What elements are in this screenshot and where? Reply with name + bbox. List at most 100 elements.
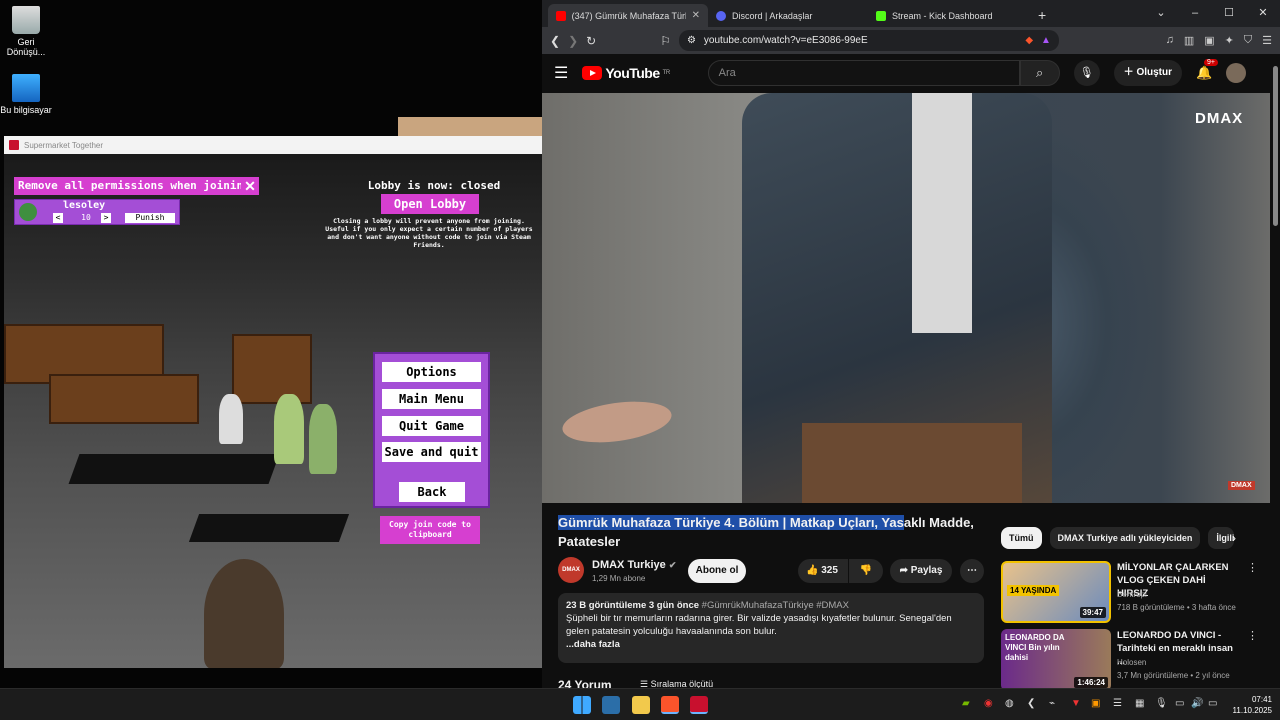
like-count: 325 xyxy=(821,565,838,576)
steam-icon[interactable]: ◍ xyxy=(1005,698,1014,709)
site-info-icon[interactable]: ⚙ xyxy=(687,35,696,46)
description-box[interactable]: 23 B görüntüleme 3 gün önce #GümrükMuhaf… xyxy=(558,593,984,663)
tab-label: (347) Gümrük Muhafaza Türk xyxy=(571,10,686,21)
tray-app-icon[interactable]: ◉ xyxy=(984,698,993,709)
menu-icon[interactable]: ☰ xyxy=(1262,34,1272,47)
vpn-icon[interactable]: ⛉ xyxy=(1244,34,1252,47)
chip-all[interactable]: Tümü xyxy=(1001,527,1042,549)
media-icon[interactable]: ♫ xyxy=(1166,34,1174,47)
new-tab-button[interactable]: + xyxy=(1028,7,1056,27)
close-icon[interactable]: ✕ xyxy=(1246,0,1280,27)
stepper-prev-button[interactable]: < xyxy=(53,213,63,223)
battery-icon[interactable]: ▭ xyxy=(1208,698,1217,709)
tray-app-icon[interactable]: ▣ xyxy=(1091,698,1100,709)
lobby-status: Lobby is now: closed xyxy=(367,179,501,192)
produce-shelf xyxy=(232,334,312,404)
chip-uploader[interactable]: DMAX Turkiye adlı yükleyiciden xyxy=(1049,527,1201,549)
sidebar-icon[interactable]: ▥ xyxy=(1184,34,1194,47)
youtube-logo[interactable]: YouTube TR xyxy=(582,65,670,81)
tab-kick[interactable]: Stream - Kick Dashboard xyxy=(868,4,1028,27)
file-explorer-icon[interactable] xyxy=(632,696,650,714)
share-button[interactable]: ➦ Paylaş xyxy=(890,559,952,583)
options-button[interactable]: Options xyxy=(382,362,481,382)
bookmark-icon[interactable]: ⚐ xyxy=(660,34,671,48)
more-vert-icon[interactable]: ⋮ xyxy=(1247,629,1258,642)
chip-related[interactable]: İlgili xyxy=(1208,527,1235,549)
brave-shield-icon[interactable]: ◆ xyxy=(1025,35,1033,46)
brave-browser-icon[interactable] xyxy=(661,696,679,714)
subscribe-button[interactable]: Abone ol xyxy=(688,559,746,583)
sort-button[interactable]: ☰ Sıralama ölçütü xyxy=(640,679,713,688)
volume-icon[interactable]: 🔊 xyxy=(1191,698,1203,709)
chevron-right-icon[interactable]: › xyxy=(1232,531,1236,545)
stepper-next-button[interactable]: > xyxy=(101,213,111,223)
leo-icon[interactable]: ✦ xyxy=(1225,34,1234,47)
recycle-bin-shortcut[interactable]: Geri Dönüşü... xyxy=(0,6,52,57)
game-viewport[interactable]: Remove all permissions when joining ✕ le… xyxy=(4,154,542,668)
brave-rewards-icon[interactable]: ▲ xyxy=(1041,35,1051,46)
tab-discord[interactable]: Discord | Arkadaşlar xyxy=(708,4,868,27)
video-title-selected: Gümrük Muhafaza Türkiye 4. Bölüm | Matka… xyxy=(558,515,904,530)
maximize-icon[interactable]: ☐ xyxy=(1212,0,1246,27)
wallet-icon[interactable]: ▣ xyxy=(1204,34,1214,47)
hamburger-icon[interactable]: ☰ xyxy=(554,63,568,83)
tray-app-icon[interactable]: ☰ xyxy=(1113,698,1122,709)
system-clock[interactable]: 07:41 11.10.2025 xyxy=(1228,694,1272,716)
thumbs-down-icon: 👎 xyxy=(859,565,873,576)
copy-join-code-button[interactable]: Copy join code to clipboard xyxy=(380,516,480,544)
microphone-icon[interactable]: 🎙 xyxy=(1073,60,1100,86)
supermarket-game-icon[interactable] xyxy=(690,696,708,714)
game-titlebar[interactable]: Supermarket Together xyxy=(4,136,542,154)
remove-permissions-toggle[interactable]: Remove all permissions when joining xyxy=(14,177,254,195)
open-lobby-button[interactable]: Open Lobby xyxy=(381,194,479,214)
video-player[interactable]: DMAX DMAX xyxy=(542,93,1270,503)
network-icon[interactable]: ▭ xyxy=(1175,698,1184,709)
page-scrollbar[interactable] xyxy=(1273,66,1278,226)
minimize-icon[interactable]: – xyxy=(1178,0,1212,27)
tray-app-icon[interactable]: ▼ xyxy=(1071,698,1081,709)
search-input[interactable]: Ara xyxy=(707,60,1020,86)
avatar[interactable] xyxy=(1226,63,1247,83)
back-button[interactable]: Back xyxy=(399,482,465,502)
microphone-icon[interactable]: 🎙 xyxy=(1155,698,1168,709)
punish-button[interactable]: Punish xyxy=(125,213,175,223)
widgets-icon[interactable] xyxy=(602,696,620,714)
tab-close-icon[interactable]: ✕ xyxy=(692,10,700,21)
main-menu-button[interactable]: Main Menu xyxy=(382,389,481,409)
forward-icon[interactable]: ❯ xyxy=(568,34,578,48)
more-actions-button[interactable]: ⋯ xyxy=(960,559,984,583)
search-icon[interactable]: ⌕ xyxy=(1019,60,1060,86)
create-button[interactable]: ＋ Oluştur xyxy=(1113,60,1182,86)
list-item[interactable]: 14 YAŞINDA 39:47 MİLYONLAR ÇALARKEN VLOG… xyxy=(1001,561,1261,623)
tray-app-icon[interactable]: ⌁ xyxy=(1049,698,1055,709)
dislike-button[interactable]: 👎 xyxy=(849,559,883,583)
address-bar[interactable]: ⚙ youtube.com/watch?v=eE3086-99eE ◆ ▲ xyxy=(678,30,1059,51)
windows-start-icon[interactable] xyxy=(573,696,591,714)
channel-name[interactable]: DMAX Turkiye ✔ xyxy=(592,559,676,571)
tray-app-icon[interactable]: ❮ xyxy=(1027,698,1035,709)
filter-chips: Tümü DMAX Turkiye adlı yükleyiciden İlgi… xyxy=(1001,527,1235,549)
list-item[interactable]: LEONARDO DA VINCI Bin yılın dahisi 1:46:… xyxy=(1001,629,1261,688)
extension-icons: ♫ ▥ ▣ ✦ ⛉ ☰ xyxy=(1166,34,1272,47)
show-more-link[interactable]: ...daha fazla xyxy=(566,638,976,651)
save-and-quit-button[interactable]: Save and quit xyxy=(382,442,481,462)
more-vert-icon[interactable]: ⋮ xyxy=(1247,561,1258,574)
close-icon[interactable]: ✕ xyxy=(241,177,259,195)
hashtags[interactable]: #GümrükMuhafazaTürkiye #DMAX xyxy=(702,600,849,611)
tray-app-icon[interactable]: ▦ xyxy=(1135,698,1144,709)
reload-icon[interactable]: ↻ xyxy=(586,34,596,48)
nvidia-icon[interactable]: ▰ xyxy=(962,698,970,709)
url-text: youtube.com/watch?v=eE3086-99eE xyxy=(703,35,868,46)
notifications-icon[interactable]: 🔔 9+ xyxy=(1196,59,1218,81)
tab-youtube[interactable]: (347) Gümrük Muhafaza Türk ✕ xyxy=(548,4,708,27)
game-window[interactable]: Supermarket Together Remove all permissi… xyxy=(4,136,542,668)
like-button[interactable]: 👍 325 xyxy=(798,559,848,583)
channel-avatar[interactable]: DMAX xyxy=(558,557,584,583)
chevron-down-icon[interactable]: ⌄ xyxy=(1144,0,1178,27)
this-pc-shortcut[interactable]: Bu bilgisayar xyxy=(0,74,52,115)
computer-icon xyxy=(12,74,40,102)
video-thumbnail[interactable]: LEONARDO DA VINCI Bin yılın dahisi 1:46:… xyxy=(1001,629,1111,688)
quit-game-button[interactable]: Quit Game xyxy=(382,416,481,436)
video-thumbnail[interactable]: 14 YAŞINDA 39:47 xyxy=(1001,561,1111,623)
back-icon[interactable]: ❮ xyxy=(550,34,560,48)
